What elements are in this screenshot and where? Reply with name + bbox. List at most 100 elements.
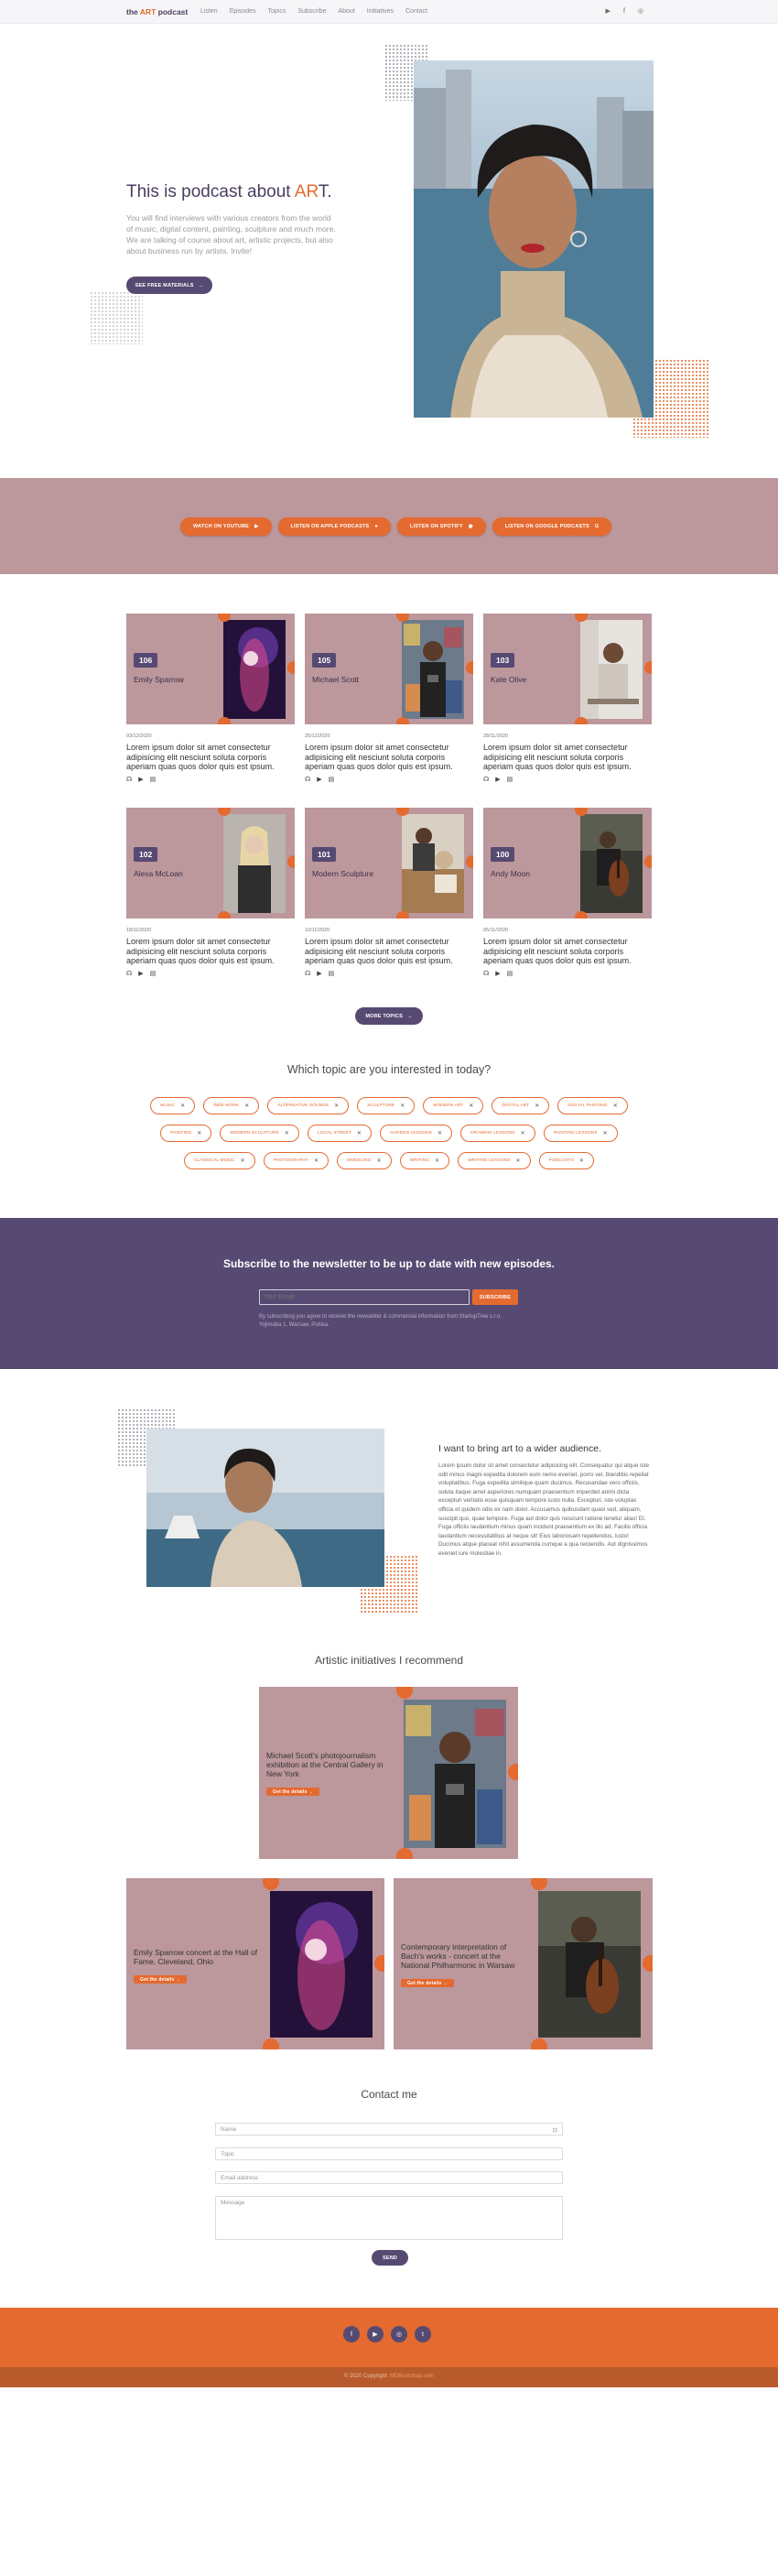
close-icon[interactable]: ✕ xyxy=(400,1103,405,1109)
headphones-icon[interactable]: ☊ xyxy=(305,776,310,783)
close-icon[interactable]: ✕ xyxy=(603,1130,608,1136)
close-icon[interactable]: ✕ xyxy=(613,1103,618,1109)
see-free-materials-button[interactable]: SEE FREE MATERIALS → xyxy=(126,277,212,294)
initiative-card[interactable]: Michael Scott's photojournalism exhibiti… xyxy=(259,1687,518,1859)
logo[interactable]: the ART podcast xyxy=(126,7,188,16)
close-icon[interactable]: ✕ xyxy=(357,1130,362,1136)
close-icon[interactable]: ✕ xyxy=(516,1158,521,1164)
topic-tag[interactable]: MUSIC ✕ xyxy=(150,1097,196,1114)
decorative-dot xyxy=(575,911,588,918)
close-icon[interactable]: ✕ xyxy=(535,1103,539,1109)
youtube-icon[interactable]: ▶ xyxy=(317,776,321,783)
youtube-icon[interactable]: ▶ xyxy=(138,776,143,783)
topic-tag[interactable]: PAINTING LESSONS ✕ xyxy=(543,1125,618,1142)
facebook-icon[interactable]: f xyxy=(343,2326,360,2342)
close-icon[interactable]: ✕ xyxy=(438,1130,442,1136)
nav-item-subscribe[interactable]: Subscribe xyxy=(297,8,326,15)
watch-on-youtube-button[interactable]: WATCH ON YOUTUBE ▶ xyxy=(180,517,272,536)
nav-item-about[interactable]: About xyxy=(338,8,354,15)
topic-tag[interactable]: LOCAL STREET ✕ xyxy=(307,1125,373,1142)
document-icon[interactable]: ▤ xyxy=(507,970,513,977)
initiative-card[interactable]: Contemporary interpretation of Bach's wo… xyxy=(394,1878,653,2049)
get-details-button[interactable]: Get the details → xyxy=(266,1788,320,1796)
episode-card[interactable]: 105 Michael Scott 25/12/2020 Lorem ipsum… xyxy=(305,614,473,783)
topic-tag[interactable]: SCULPTURE ✕ xyxy=(357,1097,416,1114)
episode-card[interactable]: 101 Modern Sculpture 10/11/2020 Lorem ip… xyxy=(305,808,473,977)
document-icon[interactable]: ▤ xyxy=(329,970,335,977)
instagram-icon[interactable]: ◎ xyxy=(391,2326,407,2342)
topic-tag[interactable]: PODCASTS ✕ xyxy=(538,1152,595,1169)
close-icon[interactable]: ✕ xyxy=(469,1103,473,1109)
topic-tag[interactable]: DRAWING LESSONS ✕ xyxy=(460,1125,535,1142)
topic-tag[interactable]: ALTERNATIVE SOUNDS ✕ xyxy=(267,1097,350,1114)
close-icon[interactable]: ✕ xyxy=(377,1158,382,1164)
send-button[interactable]: SEND xyxy=(372,2250,408,2266)
close-icon[interactable]: ✕ xyxy=(435,1158,439,1164)
topic-tag[interactable]: CLASSICAL MUSIC ✕ xyxy=(183,1152,255,1169)
topic-field[interactable]: Topic xyxy=(215,2147,563,2160)
listen-spotify-button[interactable]: LISTEN ON SPOTIFY ◉ xyxy=(396,517,486,536)
button-label: LISTEN ON GOOGLE PODCASTS xyxy=(504,524,589,529)
initiative-card[interactable]: Emily Sparrow concert at the Hall of Fam… xyxy=(126,1878,384,2049)
close-icon[interactable]: ✕ xyxy=(521,1130,525,1136)
headphones-icon[interactable]: ☊ xyxy=(126,970,132,977)
name-field[interactable]: Name ⊡ xyxy=(215,2123,563,2136)
headphones-icon[interactable]: ☊ xyxy=(483,776,489,783)
more-topics-button[interactable]: MORE TOPICS → xyxy=(355,1007,423,1025)
close-icon[interactable]: ✕ xyxy=(241,1158,245,1164)
document-icon[interactable]: ▤ xyxy=(150,776,157,783)
nav-item-topics[interactable]: Topics xyxy=(267,8,286,15)
copyright-link[interactable]: MDBootstrap.com xyxy=(390,2374,434,2379)
topic-tag[interactable]: MODERN SCULPTURE ✕ xyxy=(220,1125,299,1142)
nav-item-listen[interactable]: Listen xyxy=(200,8,218,15)
topic-tag[interactable]: GARDEN LESSONS ✕ xyxy=(380,1125,453,1142)
topic-tag[interactable]: WEB WORK ✕ xyxy=(203,1097,260,1114)
episode-card[interactable]: 102 Alexa McLoan 18/11/2020 Lorem ipsum … xyxy=(126,808,295,977)
close-icon[interactable]: ✕ xyxy=(314,1158,319,1164)
youtube-icon[interactable]: ▶ xyxy=(495,970,500,977)
document-icon[interactable]: ▤ xyxy=(150,970,157,977)
headphones-icon[interactable]: ☊ xyxy=(483,970,489,977)
twitter-icon[interactable]: t xyxy=(415,2326,431,2342)
initiative-photo xyxy=(270,1891,373,2038)
close-icon[interactable]: ✕ xyxy=(180,1103,185,1109)
topic-tag[interactable]: MODERN ART ✕ xyxy=(423,1097,484,1114)
email-field[interactable]: Email address xyxy=(215,2171,563,2184)
instagram-icon[interactable]: ◎ xyxy=(638,7,643,15)
nav-item-initiatives[interactable]: Initiatives xyxy=(367,8,394,15)
facebook-icon[interactable]: f xyxy=(623,7,625,15)
youtube-icon[interactable]: ▶ xyxy=(317,970,321,977)
newsletter-email-input[interactable] xyxy=(259,1289,470,1305)
listen-google-podcasts-button[interactable]: LISTEN ON GOOGLE PODCASTS G xyxy=(492,517,612,536)
topic-tag[interactable]: WRITING ✕ xyxy=(399,1152,450,1169)
close-icon[interactable]: ✕ xyxy=(285,1130,289,1136)
topic-tag[interactable]: DIGITAL ART ✕ xyxy=(492,1097,550,1114)
subscribe-button[interactable]: SUBSCRIBE xyxy=(472,1289,518,1305)
youtube-icon[interactable]: ▶ xyxy=(606,7,611,15)
nav-item-episodes[interactable]: Episodes xyxy=(230,8,256,15)
topic-tag[interactable]: MODELING ✕ xyxy=(337,1152,392,1169)
close-icon[interactable]: ✕ xyxy=(197,1130,201,1136)
close-icon[interactable]: ✕ xyxy=(244,1103,249,1109)
youtube-icon[interactable]: ▶ xyxy=(138,970,143,977)
topic-tag[interactable]: WRITING LESSONS ✕ xyxy=(458,1152,531,1169)
youtube-icon[interactable]: ▶ xyxy=(495,776,500,783)
headphones-icon[interactable]: ☊ xyxy=(126,776,132,783)
nav-item-contact[interactable]: Contact xyxy=(405,8,427,15)
youtube-icon[interactable]: ▶ xyxy=(367,2326,384,2342)
message-field[interactable]: Message xyxy=(215,2196,563,2240)
topic-tag[interactable]: PAINTING ✕ xyxy=(160,1125,212,1142)
headphones-icon[interactable]: ☊ xyxy=(305,970,310,977)
episode-card[interactable]: 100 Andy Moon 05/11/2020 Lorem ipsum dol… xyxy=(483,808,652,977)
document-icon[interactable]: ▤ xyxy=(329,776,335,783)
episode-card[interactable]: 103 Kate Olive 28/11/2020 Lorem ipsum do… xyxy=(483,614,652,783)
get-details-button[interactable]: Get the details → xyxy=(401,1979,455,1987)
topic-tag[interactable]: DIGITAL PAINTING ✕ xyxy=(557,1097,628,1114)
document-icon[interactable]: ▤ xyxy=(507,776,513,783)
close-icon[interactable]: ✕ xyxy=(334,1103,339,1109)
close-icon[interactable]: ✕ xyxy=(579,1158,584,1164)
get-details-button[interactable]: Get the details → xyxy=(134,1975,188,1984)
listen-apple-podcasts-button[interactable]: LISTEN ON APPLE PODCASTS ● xyxy=(277,517,391,536)
topic-tag[interactable]: PHOTOGRAPHY ✕ xyxy=(263,1152,330,1169)
episode-card[interactable]: 106 Emily Sparrow 03/12/2020 Lorem ipsum… xyxy=(126,614,295,783)
